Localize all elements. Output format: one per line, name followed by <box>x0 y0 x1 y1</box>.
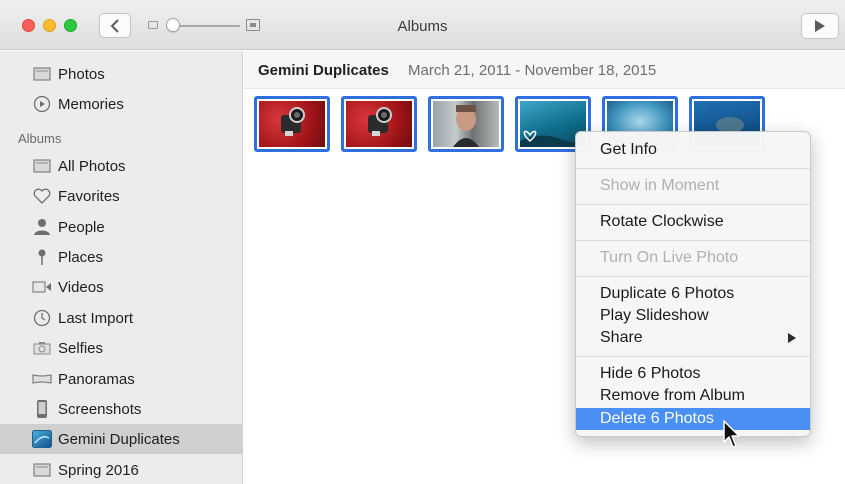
video-icon <box>32 278 52 296</box>
sidebar-item-selfies[interactable]: Selfies <box>0 333 243 363</box>
photos-icon <box>32 65 52 83</box>
sidebar-item-favorites[interactable]: Favorites <box>0 181 243 211</box>
menu-item-remove-from-album[interactable]: Remove from Album <box>576 385 810 407</box>
menu-item-delete-photos[interactable]: Delete 6 Photos <box>576 408 810 430</box>
sidebar-item-memories[interactable]: Memories <box>0 89 243 119</box>
photo-thumbnail[interactable] <box>428 96 504 152</box>
sidebar-item-photos[interactable]: Photos <box>0 59 243 89</box>
phone-icon <box>32 400 52 418</box>
album-title: Gemini Duplicates <box>258 62 389 79</box>
sidebar-section-header: Albums <box>18 131 62 146</box>
album-header: Gemini Duplicates March 21, 2011 - Novem… <box>244 51 845 89</box>
sidebar-item-label: Panoramas <box>58 370 135 388</box>
mouse-cursor-icon <box>723 420 740 448</box>
sidebar-item-all-photos[interactable]: All Photos <box>0 151 243 181</box>
menu-item-hide-photos[interactable]: Hide 6 Photos <box>576 363 810 385</box>
sidebar-item-last-import[interactable]: Last Import <box>0 303 243 333</box>
photo-thumbnail[interactable] <box>341 96 417 152</box>
sidebar-item-panoramas[interactable]: Panoramas <box>0 364 243 394</box>
menu-item-play-slideshow[interactable]: Play Slideshow <box>576 305 810 327</box>
album-date-range: March 21, 2011 - November 18, 2015 <box>408 62 657 79</box>
menu-item-get-info[interactable]: Get Info <box>576 139 810 161</box>
sidebar-item-label: Photos <box>58 65 105 83</box>
sidebar-item-label: Selfies <box>58 339 104 357</box>
menu-item-label: Share <box>600 329 643 346</box>
menu-item-turn-on-live-photo: Turn On Live Photo <box>600 249 739 266</box>
sidebar-item-videos[interactable]: Videos <box>0 272 243 302</box>
person-icon <box>32 218 52 236</box>
clock-icon <box>32 309 52 327</box>
menu-item-duplicate-photos[interactable]: Duplicate 6 Photos <box>576 283 810 305</box>
sidebar-item-people[interactable]: People <box>0 212 243 242</box>
play-icon <box>815 20 825 32</box>
photo-image <box>346 101 412 147</box>
album-icon <box>32 461 52 479</box>
context-menu: Get Info Show in Moment Rotate Clockwise… <box>575 131 811 437</box>
photo-thumbnail[interactable] <box>254 96 330 152</box>
menu-separator <box>576 168 810 169</box>
window-title: Albums <box>397 18 448 35</box>
sidebar-item-label: Favorites <box>58 187 120 205</box>
sidebar-item-label: People <box>58 218 105 236</box>
sidebar-item-label: Screenshots <box>58 400 142 418</box>
menu-separator <box>576 240 810 241</box>
memories-icon <box>32 95 52 113</box>
photo-image <box>259 101 325 147</box>
sidebar-item-label: All Photos <box>58 157 126 175</box>
camera-icon <box>32 339 52 357</box>
heart-icon <box>32 187 52 205</box>
sidebar-item-label: Spring 2016 <box>58 461 139 479</box>
title-bar: Albums <box>0 0 845 50</box>
menu-separator <box>576 356 810 357</box>
sidebar-item-label: Places <box>58 248 104 266</box>
album-cover-icon <box>32 430 52 448</box>
pin-icon <box>32 248 52 266</box>
panorama-icon <box>32 370 52 388</box>
menu-separator <box>576 276 810 277</box>
all-photos-icon <box>32 157 52 175</box>
sidebar-item-places[interactable]: Places <box>0 242 243 272</box>
submenu-arrow-icon <box>788 333 796 343</box>
photo-image <box>433 101 499 147</box>
slideshow-play-button[interactable] <box>801 13 839 39</box>
sidebar-item-label: Gemini Duplicates <box>58 430 180 448</box>
sidebar-item-gemini-duplicates[interactable]: Gemini Duplicates <box>0 424 243 454</box>
menu-item-rotate-clockwise[interactable]: Rotate Clockwise <box>576 211 810 233</box>
sidebar-item-spring-2016[interactable]: Spring 2016 <box>0 455 243 484</box>
sidebar-item-label: Videos <box>58 278 104 296</box>
menu-item-show-in-moment: Show in Moment <box>600 177 720 194</box>
menu-separator <box>576 204 810 205</box>
menu-item-share[interactable]: Share <box>576 327 810 349</box>
sidebar-item-label: Memories <box>58 95 124 113</box>
sidebar-item-label: Last Import <box>58 309 134 327</box>
sidebar: Photos Memories Albums All Photos Favori… <box>0 51 243 484</box>
sidebar-item-screenshots[interactable]: Screenshots <box>0 394 243 424</box>
